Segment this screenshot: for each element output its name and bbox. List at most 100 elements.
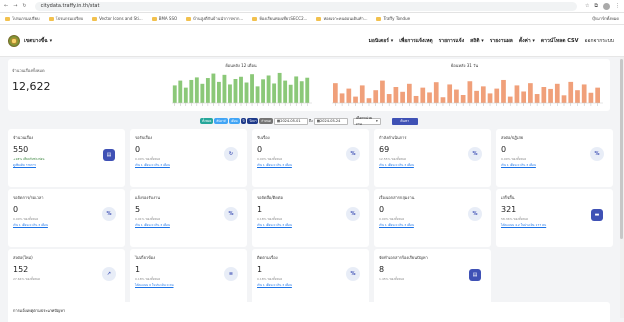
stat-card-detail[interactable]: เกิน 1 เดือน 0 เกิน 3 เดือน: [135, 223, 242, 228]
stat-card-detail[interactable]: เกิน 1 เดือน 0 เกิน 3 เดือน: [379, 223, 486, 228]
chart-bar: [595, 87, 600, 103]
stat-card-detail[interactable]: เกิน 1 เดือน 0 เกิน 3 เดือน: [135, 163, 242, 168]
scrollbar[interactable]: [620, 57, 624, 318]
stat-card-detail[interactable]: ได้คะแนน 0 ในประเมิน 0 คน: [135, 283, 242, 288]
stat-card-link[interactable]: ได้คะแนน 4.2 ในประเมิน 177 คน: [501, 223, 546, 227]
bookmark-item[interactable]: โปรแกรมเปรียบ: [48, 15, 84, 22]
stat-card-link[interactable]: เกิน 1 เดือน 0 เกิน 3 เดือน: [379, 163, 414, 167]
stat-card[interactable]: จัดทำเอกสารร้องเรียนปัญหา 8 1.45% ของทั้งห…: [374, 249, 491, 307]
more-icon[interactable]: ⋮: [615, 3, 620, 9]
forward-icon[interactable]: →: [13, 3, 17, 9]
stat-card[interactable]: จำนวนเรื่อง 550 +18% เทียบกับช่วงก่อน ดูเพิ…: [8, 129, 125, 187]
stat-card[interactable]: รอจัดสื่อ/ติดต่อ 1 0.18% ของทั้งหมด เกิน 1 …: [252, 189, 369, 247]
stat-card[interactable]: ติดตามเรื่อง 1 0.18% ของทั้งหมด เกิน 1 เดือ…: [252, 249, 369, 307]
stat-card-title: รอจัดการ/รอเวลา: [13, 195, 44, 200]
filter-pill-1[interactable]: สัปดาห์: [214, 118, 228, 124]
stat-card-detail[interactable]: เกิน 1 เดือน 0 เกิน 3 เดือน: [257, 163, 364, 168]
end-date-input[interactable]: ▦ 2024-05-24: [313, 117, 348, 125]
chart-bar: [413, 95, 419, 103]
bookmark-item[interactable]: Traffy Tondue: [376, 16, 410, 21]
menu-item[interactable]: ตั้งค่า ▾: [519, 37, 535, 45]
filter-pill-5[interactable]: กำหนด: [259, 118, 273, 124]
stat-card-link[interactable]: เกิน 1 เดือน 0 เกิน 3 เดือน: [257, 283, 292, 287]
menu-item[interactable]: รายงานผล: [490, 37, 513, 45]
stat-card-detail[interactable]: เกิน 1 เดือน 0 เกิน 3 เดือน: [257, 223, 364, 228]
address-bar[interactable]: citydata.traffy.in.th/stat: [34, 1, 577, 11]
stat-card-detail[interactable]: ดูเพิ่มเติม รายการ: [13, 163, 120, 168]
stat-card-detail[interactable]: เกิน 1 เดือน 0 เกิน 3 เดือน: [13, 223, 120, 228]
menu-item[interactable]: เพื่อการแจ้งเหตุ: [399, 37, 432, 45]
chart-bar: [548, 88, 553, 103]
bookmark-item[interactable]: บ้านสูงตีกันบ้านนำการพาก...: [186, 15, 243, 22]
stat-card[interactable]: รับเรื่อง 0 0.00% ของทั้งหมด เกิน 1 เดือน 0…: [252, 129, 369, 187]
stat-card-link[interactable]: ได้คะแนน 0 ในประเมิน 0 คน: [135, 283, 174, 287]
star-icon[interactable]: ☆: [585, 3, 589, 9]
stat-card-link[interactable]: เกิน 1 เดือน 0 เกิน 3 เดือน: [257, 223, 292, 227]
stat-card-detail[interactable]: เกิน 1 เดือน 0 เกิน 3 เดือน: [257, 283, 364, 288]
all-bookmarks-button[interactable]: บุ๊กมาร์กทั้งหมด: [590, 15, 619, 22]
stat-card-link[interactable]: เกิน 1 เดือน 0 เกิน 3 เดือน: [257, 163, 292, 167]
stat-card[interactable]: กำลังดำเนินการ 69 12.55% ของทั้งหมด เกิน 1 …: [374, 129, 491, 187]
stat-card-link[interactable]: เกิน 1 เดือน 0 เกิน 3 เดือน: [379, 223, 414, 227]
filter-pill-2[interactable]: เดือน: [228, 118, 240, 124]
menu-item[interactable]: ออกจากระบบ: [584, 37, 614, 45]
chart-bar: [373, 90, 379, 103]
bookmark-item[interactable]: ห่อยเจาะคนตอนเดินทำ...: [316, 15, 367, 22]
bookmark-item[interactable]: ห้องเรียนท่องเที่ยวSECC2...: [252, 15, 307, 22]
org-logo: [8, 34, 20, 47]
stat-card-link[interactable]: เกิน 1 เดือน 0 เกิน 3 เดือน: [13, 223, 48, 227]
bookmark-item[interactable]: โปรแกรมเปรียบ: [5, 15, 40, 22]
menu-item[interactable]: รายการแจ้ง: [439, 37, 465, 45]
caret-down-icon: ▾: [49, 37, 53, 44]
stat-card[interactable]: แจ้งรองรับงาน 5 0.91% ของทั้งหมด เกิน 1 เดื…: [130, 189, 247, 247]
stat-card[interactable]: รอรับเรื่อง 0 0.00% ของทั้งหมด เกิน 1 เดือน…: [130, 129, 247, 187]
chart-bar: [534, 94, 540, 103]
stat-card[interactable]: ไม่เกี่ยวข้อง 1 0.18% ของทั้งหมด ได้คะแนน 0…: [130, 249, 247, 307]
scrollbar-thumb[interactable]: [620, 59, 623, 239]
chart-bar: [467, 81, 473, 103]
org-selector[interactable]: เขตบางขี้ฉ ▾: [24, 37, 52, 45]
stat-card-detail[interactable]: ได้คะแนน 4.2 ในประเมิน 177 คน: [501, 223, 608, 228]
stat-card-detail[interactable]: เกิน 1 เดือน 0 เกิน 3 เดือน: [501, 163, 608, 168]
back-icon[interactable]: ←: [4, 3, 8, 9]
stat-card-link[interactable]: เกิน 1 เดือน 0 เกิน 3 เดือน: [135, 223, 170, 227]
chart-bar: [501, 79, 506, 103]
reload-icon[interactable]: ↻: [22, 3, 26, 9]
menu-item[interactable]: ดาวน์โหลด CSV: [541, 37, 579, 45]
monthly-chart: ย้อนหลัง 12 เดือน: [166, 59, 316, 111]
menu-item[interactable]: สถิติ ▾: [470, 37, 484, 45]
search-button[interactable]: ค้นหา: [391, 117, 418, 125]
stat-card[interactable]: ส่งต่อ(ใหม่) 152 27.64% ของทั้งหมด ↗: [8, 249, 125, 307]
stat-card-detail[interactable]: เกิน 1 เดือน 0 เกิน 3 เดือน: [379, 163, 486, 168]
stat-card-link[interactable]: ดูเพิ่มเติม รายการ: [13, 163, 36, 167]
filter-pill-0[interactable]: ทั้งหมด: [200, 118, 214, 124]
bookmark-label: Traffy Tondue: [383, 16, 411, 21]
profile-avatar[interactable]: [603, 2, 610, 10]
bookmark-label: โปรแกรมเปรียบ: [55, 16, 84, 21]
filter-pill-3[interactable]: ปี: [240, 118, 247, 124]
stat-card-title: เสร็จสิ้น: [501, 195, 515, 200]
stat-card-title: รอรับเรื่อง: [135, 135, 153, 140]
stat-card[interactable]: เรื่องเอกสารกลุ่มงาน 0 0.00% ของทั้งหมด เกิ…: [374, 189, 491, 247]
caret-down-icon: ▾: [375, 119, 378, 123]
nav-buttons: ← → ↻: [4, 3, 27, 9]
extensions-icon[interactable]: ⧉: [594, 3, 598, 9]
chart-bar: [521, 91, 527, 103]
start-date-input[interactable]: ▦ 2024-05-01: [273, 117, 308, 125]
agency-select[interactable]: เลือกหน่วยงาน ▾: [352, 116, 381, 126]
stat-card-title: รับเรื่อง: [257, 135, 270, 140]
chart-bar: [528, 83, 533, 103]
menu-item[interactable]: มอนิเตอร์ ▾: [369, 37, 394, 45]
bookmark-item[interactable]: Vector Icons and Sti...: [92, 16, 143, 21]
stat-card[interactable]: เสร็จสิ้น 321 58.36% ของทั้งหมด ได้คะแนน 4.…: [496, 189, 613, 247]
stat-card[interactable]: รอจัดการ/รอเวลา 0 0.00% ของทั้งหมด เกิน 1 เ…: [8, 189, 125, 247]
stat-card-link[interactable]: เกิน 1 เดือน 0 เกิน 3 เดือน: [501, 163, 536, 167]
chart-bar: [554, 83, 560, 103]
percent-icon: %: [590, 147, 604, 161]
list-icon: ≡: [224, 267, 238, 281]
chart-bar: [255, 86, 260, 103]
bookmark-item[interactable]: BMA SSO: [151, 16, 177, 21]
filter-pill-4[interactable]: ปีงบฯ: [247, 118, 259, 124]
stat-card[interactable]: ส่งต่อ/ปฏิเสธ 0 0.00% ของทั้งหมด เกิน 1 เดื…: [496, 129, 613, 187]
stat-card-link[interactable]: เกิน 1 เดือน 0 เกิน 3 เดือน: [135, 163, 170, 167]
